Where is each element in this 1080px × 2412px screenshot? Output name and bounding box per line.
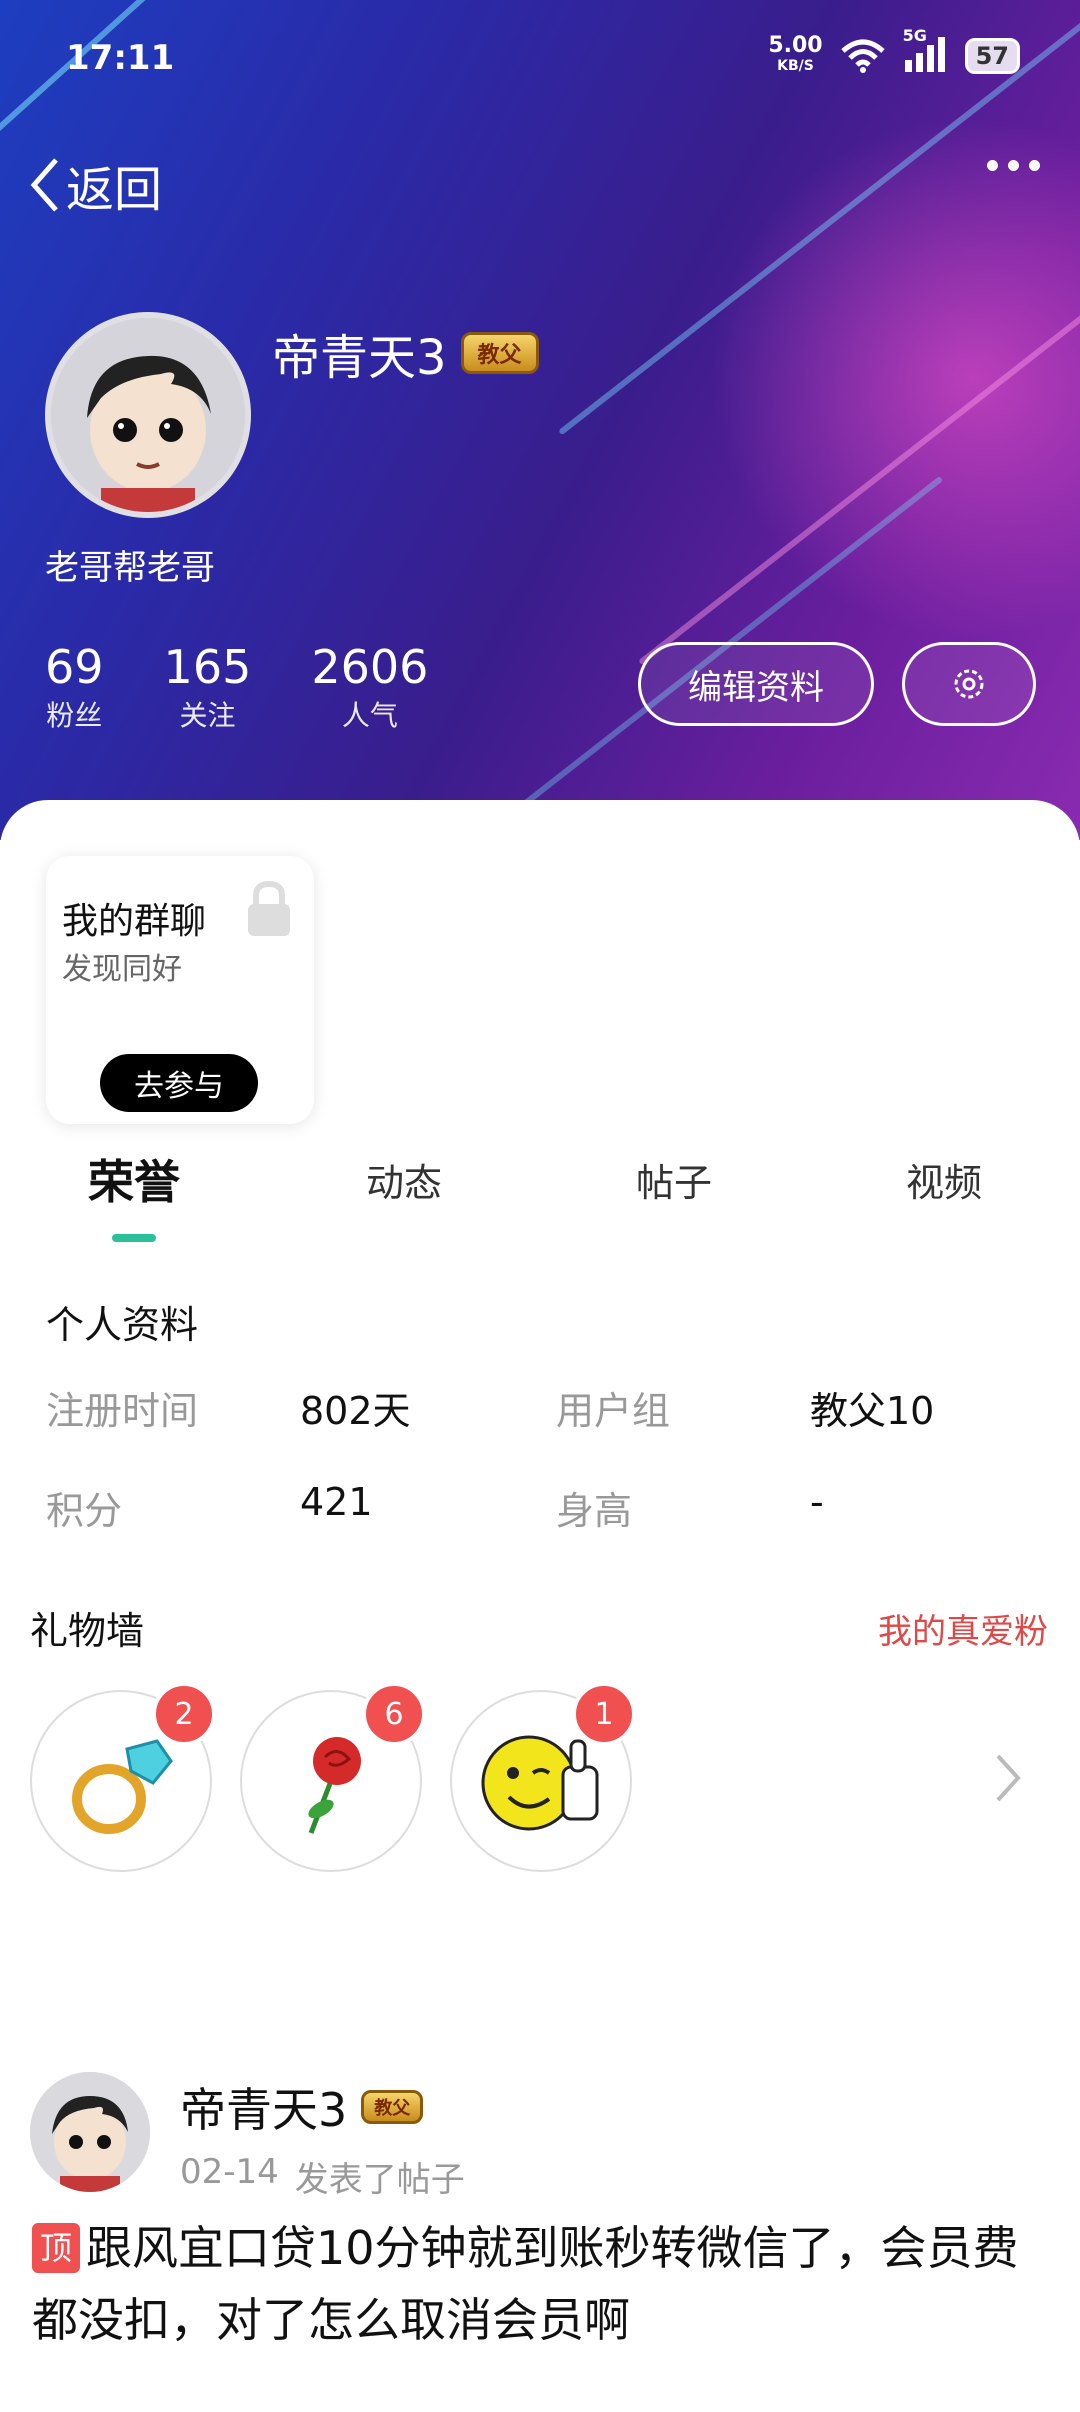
battery-icon: 57 <box>964 38 1020 74</box>
avatar-image <box>51 318 245 512</box>
info-value: 421 <box>300 1480 373 1524</box>
info-key: 积分 <box>46 1489 123 1533</box>
stat-label: 粉丝 <box>46 699 103 732</box>
tab-videos[interactable]: 视频 <box>906 1152 982 1207</box>
info-key: 注册时间 <box>46 1389 199 1433</box>
personal-info-title: 个人资料 <box>46 1303 199 1347</box>
speed-unit: KB/S <box>777 58 814 74</box>
stat-following[interactable]: 165 关注 <box>164 640 252 734</box>
group-card-subtitle: 发现同好 <box>62 952 182 987</box>
gear-icon <box>954 669 984 699</box>
post-author-avatar[interactable] <box>30 2072 150 2192</box>
settings-button[interactable] <box>902 642 1036 726</box>
group-card-title: 我的群聊 <box>62 901 207 942</box>
stat-value: 69 <box>45 640 104 694</box>
ring-icon <box>72 1739 173 1834</box>
network-type: 5G <box>902 26 927 45</box>
tab-honor[interactable]: 荣誉 <box>88 1146 180 1212</box>
edit-profile-button[interactable]: 编辑资料 <box>638 642 874 726</box>
bio: 老哥帮老哥 <box>45 548 215 588</box>
rank-badge: 教父 <box>361 2090 424 2124</box>
rose-icon <box>308 1737 361 1834</box>
tab-activity[interactable]: 动态 <box>366 1152 442 1207</box>
gift-item[interactable]: 1 <box>450 1682 636 1872</box>
username: 帝青天3 教父 <box>272 318 539 388</box>
speed-value: 5.00 <box>768 33 823 58</box>
tab-bar: 荣誉 动态 帖子 视频 <box>0 1152 1080 1232</box>
post-meta: 02-14 发表了帖子 <box>180 2152 465 2201</box>
back-button[interactable]: 返回 <box>30 150 162 220</box>
gift-item[interactable]: 2 <box>30 1682 216 1872</box>
info-key: 身高 <box>556 1489 633 1533</box>
tab-indicator <box>112 1234 156 1242</box>
status-icons: 5.00 KB/S 5G 57 <box>768 26 1020 76</box>
tab-posts[interactable]: 帖子 <box>636 1152 712 1207</box>
pinned-tag: 顶 <box>32 2222 81 2273</box>
info-value: 教父10 <box>810 1389 935 1433</box>
gift-wall-title: 礼物墙 <box>30 1609 145 1653</box>
more-button[interactable] <box>987 160 1040 171</box>
chevron-right-icon[interactable] <box>994 1752 1022 1804</box>
signal-icon: 5G <box>903 26 947 76</box>
join-button[interactable]: 去参与 <box>100 1054 258 1112</box>
post-author-name: 帝青天3 <box>180 2083 348 2137</box>
stat-fans[interactable]: 69 粉丝 <box>45 640 104 734</box>
stat-value: 165 <box>163 640 252 694</box>
post-action: 发表了帖子 <box>294 2160 465 2200</box>
lock-icon <box>248 880 290 936</box>
post-date: 02-14 <box>180 2152 279 2192</box>
gift-count: 2 <box>152 1682 216 1746</box>
chevron-left-icon <box>30 158 58 212</box>
gift-item[interactable]: 6 <box>240 1682 426 1872</box>
stat-label: 关注 <box>179 699 236 732</box>
post-text: 跟风宜口贷10分钟就到账秒转微信了，会员费都没扣，对了怎么取消会员啊 <box>32 2221 1019 2347</box>
info-value: - <box>810 1480 824 1524</box>
gift-count: 6 <box>362 1682 426 1746</box>
light-streak <box>638 229 1080 666</box>
back-label: 返回 <box>66 162 163 218</box>
stat-popularity[interactable]: 2606 人气 <box>311 640 428 734</box>
wifi-icon <box>840 39 885 73</box>
network-speed: 5.00 KB/S <box>768 33 823 76</box>
stat-label: 人气 <box>341 699 398 732</box>
true-fans-link[interactable]: 我的真爱粉 <box>878 1604 1048 1653</box>
group-chat-card[interactable]: 我的群聊 发现同好 去参与 <box>46 856 314 1124</box>
avatar[interactable] <box>45 312 251 518</box>
light-streak <box>0 0 230 166</box>
username-text: 帝青天3 <box>272 330 447 386</box>
avatar-image <box>30 2072 150 2192</box>
status-time: 17:11 <box>66 38 175 78</box>
info-value: 802天 <box>300 1389 411 1433</box>
rank-badge: 教父 <box>460 332 539 374</box>
info-key: 用户组 <box>556 1389 671 1433</box>
stats: 69 粉丝 165 关注 2606 人气 <box>45 640 428 734</box>
stat-value: 2606 <box>311 640 429 694</box>
gift-count: 1 <box>572 1682 636 1746</box>
post-author[interactable]: 帝青天3 教父 <box>180 2074 424 2140</box>
post-content[interactable]: 顶跟风宜口贷10分钟就到账秒转微信了，会员费都没扣，对了怎么取消会员啊 <box>32 2212 1042 2356</box>
